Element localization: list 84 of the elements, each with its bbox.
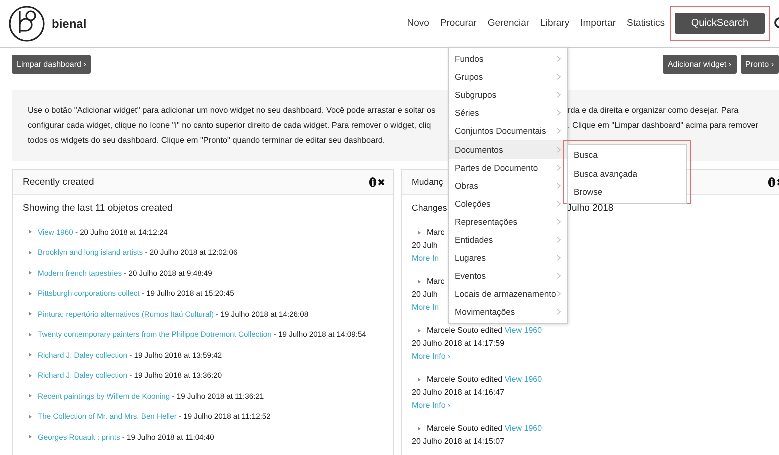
chevron-icon [557, 92, 561, 98]
menu-item[interactable]: Séries [449, 104, 567, 122]
bullet-icon [418, 426, 421, 430]
bullet-icon [418, 280, 421, 284]
bullet-icon [29, 292, 32, 296]
nav-link[interactable]: Statistics [626, 18, 665, 29]
bullet-icon [418, 230, 421, 234]
bullet-icon [418, 378, 421, 382]
chevron-icon [557, 200, 561, 207]
widget-subtitle: Showing the last 11 objetos created [23, 203, 174, 214]
menu-item[interactable]: Conjuntos Documentais [449, 122, 567, 140]
info-icon[interactable] [369, 176, 377, 188]
bullet-icon [29, 271, 32, 276]
info-text: todos os widgets do seu dashboard. Clique em "Pronto" quando terminar de editar seu dashboard. [28, 135, 386, 147]
menu-item[interactable]: Eventos [449, 267, 567, 286]
chevron-icon [557, 110, 561, 116]
nav-link[interactable]: Library [540, 18, 570, 29]
menu-item[interactable]: Browse [568, 183, 686, 202]
change-text: Marcele Souto edited View 1960 [427, 374, 542, 386]
menu-item[interactable]: Grupos [449, 68, 567, 86]
change-date: 20 Julho 2018 at 14:17:59 [412, 338, 505, 350]
widget-title: Mudanç [412, 177, 444, 187]
bullet-icon [418, 328, 421, 332]
nav-link[interactable]: Procurar [440, 18, 477, 29]
nav-link[interactable]: Importar [580, 18, 616, 29]
info-text: configurar cada widget, clique no ícone "i" no canto superior direito de cada widget. Para remover o widget, cliq [28, 120, 432, 132]
toolbar-button[interactable]: Pronto › [740, 55, 779, 74]
menu-item[interactable]: Movimentações [449, 303, 567, 322]
chevron-icon [557, 146, 561, 153]
chevron-icon [557, 236, 561, 243]
change-text: Marc [427, 227, 445, 239]
bullet-icon [29, 435, 32, 440]
change-date: 20 Julh [412, 240, 438, 252]
menu-item[interactable]: Coleções [449, 194, 567, 213]
bullet-icon [29, 230, 32, 234]
menu-item[interactable]: Fundos [449, 50, 567, 68]
chevron-icon [557, 182, 561, 189]
change-date: 20 Julh [412, 289, 438, 301]
chevron-icon [557, 128, 561, 134]
change-text: Marcele Souto edited View 1960 [427, 423, 542, 435]
menu-item[interactable]: Subgrupos [449, 86, 567, 104]
menu-item[interactable]: Busca avançada [568, 164, 686, 183]
info-icon[interactable] [768, 176, 776, 188]
bullet-icon [29, 374, 32, 378]
logo-icon [8, 4, 46, 42]
change-date: 20 Julho 2018 at 14:15:07 [412, 436, 505, 448]
bullet-icon [29, 394, 32, 398]
nav-link[interactable]: Novo [407, 18, 430, 29]
menu-item[interactable]: Busca [568, 146, 686, 164]
menu-item[interactable]: Lugares [449, 249, 567, 268]
bullet-icon [29, 414, 32, 419]
menu-item[interactable]: Entidades [449, 230, 567, 250]
info-text: . Clique em "Limpar dashboard" acima para remover [568, 120, 759, 132]
widget-subtitle: Changes [412, 203, 448, 214]
bullet-icon [29, 312, 32, 316]
chevron-icon [557, 164, 561, 171]
menu-item[interactable]: Obras [449, 176, 567, 195]
change-date: 20 Julho 2018 at 14:16:47 [412, 387, 505, 399]
menu-item[interactable]: Representações [449, 212, 567, 231]
chevron-icon [557, 309, 561, 316]
clear-dashboard-button[interactable]: Limpar dashboard › [12, 55, 92, 74]
nav-link[interactable]: Gerenciar [488, 18, 530, 29]
menu-item[interactable]: Partes de Documento [449, 158, 567, 177]
bullet-icon [29, 353, 32, 358]
widget-subtitle: Julho 2018 [567, 203, 614, 214]
menu-item[interactable]: Documentos [449, 140, 567, 159]
change-text: Marc [427, 276, 445, 288]
bullet-icon [29, 332, 32, 337]
brand-name: bienal [52, 16, 87, 30]
chevron-icon [557, 218, 561, 225]
info-text: Use o botão "Adicionar widget" para adicionar um novo widget no seu dashboard. Você pode arrastar e soltar os [28, 105, 437, 117]
info-text: rda e da direita e organizar como desejar. Para [568, 105, 739, 117]
chevron-icon [557, 56, 561, 62]
change-text: Marcele Souto edited View 1960 [427, 325, 542, 337]
chevron-icon [557, 291, 561, 298]
bullet-icon [29, 250, 32, 255]
close-icon[interactable] [378, 178, 385, 186]
menu-item[interactable]: Locais de armazenamento [449, 285, 567, 304]
chevron-icon [557, 74, 561, 80]
chevron-icon [557, 273, 561, 280]
quicksearch-button[interactable]: QuickSearch [675, 13, 765, 34]
toolbar-button[interactable]: Adicionar widget › [662, 55, 737, 74]
chevron-icon [557, 255, 561, 262]
widget-title: Recently created [23, 176, 94, 188]
